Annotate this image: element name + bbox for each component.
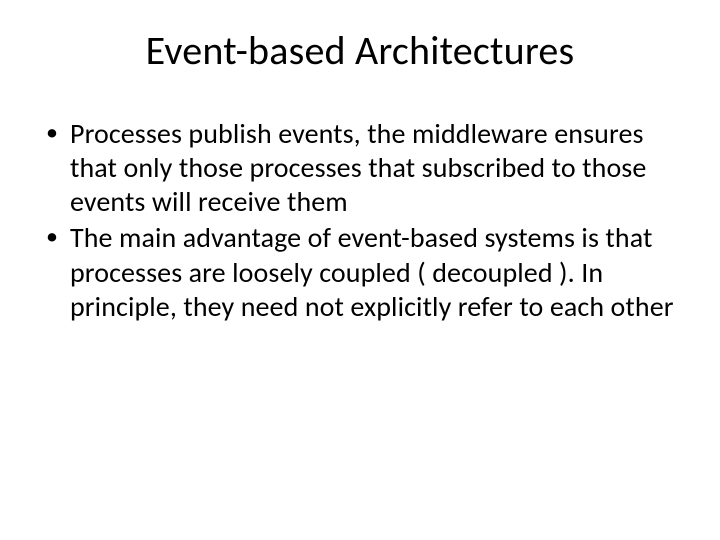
list-item: The main advantage of event-based system… [40, 221, 680, 323]
slide-title: Event-based Architectures [40, 26, 680, 75]
bullet-list: Processes publish events, the middleware… [40, 117, 680, 324]
list-item: Processes publish events, the middleware… [40, 117, 680, 219]
